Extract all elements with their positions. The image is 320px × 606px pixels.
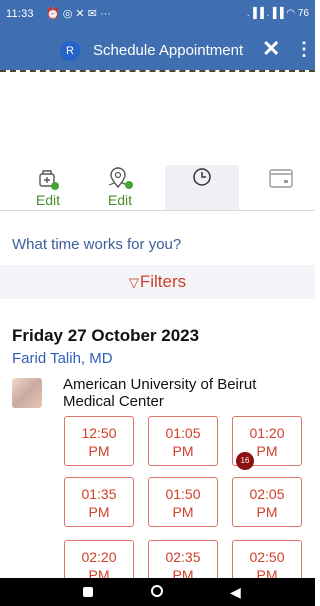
doctor-avatar: [12, 378, 42, 408]
section-question: What time works for you?: [12, 236, 182, 253]
slot-time: 02:50: [249, 549, 285, 565]
appointment-date: Friday 27 October 2023: [12, 326, 200, 345]
more-menu-icon[interactable]: ⋮: [295, 39, 313, 60]
slot-time: 02:20: [81, 549, 117, 565]
slot-time: 12:50: [81, 425, 117, 441]
close-icon[interactable]: ✕: [262, 36, 280, 62]
slot-ampm: PM: [256, 504, 278, 520]
hospital-check-icon: [28, 165, 68, 193]
system-nav-bar: ◀: [0, 578, 315, 606]
page-title: Schedule Appointment: [93, 42, 244, 59]
clock-icon: [165, 165, 239, 193]
tab-time[interactable]: [165, 165, 239, 211]
tab-label: Edit: [35, 192, 61, 208]
filters-label: Filters: [139, 272, 187, 291]
recents-icon[interactable]: [83, 587, 93, 597]
slot-time: 01:05: [165, 425, 201, 441]
tab-label: Edit: [107, 192, 133, 208]
slot-time: 01:50: [165, 486, 201, 502]
tabs-divider: [0, 210, 315, 211]
back-icon[interactable]: ◀: [230, 584, 241, 601]
slot-time: 02:05: [249, 486, 285, 502]
status-time: 11:33: [6, 8, 34, 20]
doctor-name-link[interactable]: Farid Talih, MD: [12, 350, 113, 367]
slot-ampm: PM: [88, 443, 110, 459]
slot-ampm: PM: [172, 443, 194, 459]
tab-location[interactable]: Edit: [98, 165, 142, 211]
time-slot[interactable]: 01:50 PM: [148, 477, 218, 527]
app-bar: R Schedule Appointment ✕ ⋮: [0, 32, 315, 70]
calendar-icon: [248, 165, 314, 193]
tab-calendar[interactable]: [248, 165, 314, 211]
divider: [0, 70, 315, 72]
time-slot[interactable]: 01:05 PM: [148, 416, 218, 466]
system-icons: .▐▐ .▐▐ ◠ 76: [246, 8, 309, 19]
notification-badge[interactable]: 16: [236, 452, 254, 470]
avatar[interactable]: R: [60, 41, 80, 61]
filters-button[interactable]: ▽Filters: [0, 265, 315, 299]
time-slot[interactable]: 02:05 PM: [232, 477, 302, 527]
filter-icon: ▽: [128, 275, 139, 290]
slot-ampm: PM: [88, 504, 110, 520]
slot-time: 01:20: [249, 425, 285, 441]
hospital-name: American University of Beirut Medical Ce…: [63, 376, 256, 410]
slot-time: 02:35: [165, 549, 201, 565]
slot-time: 01:35: [81, 486, 117, 502]
step-tabs: Edit Edit: [0, 165, 315, 211]
home-icon[interactable]: [151, 585, 163, 597]
notification-icons: ⏰ ◎ ✕ ✉ ···: [46, 8, 111, 20]
hospital-line-2: Medical Center: [63, 393, 164, 410]
status-bar: 11:33 ⏰ ◎ ✕ ✉ ··· .▐▐ .▐▐ ◠ 76: [0, 0, 315, 32]
time-slot[interactable]: 12:50 PM: [64, 416, 134, 466]
time-slot[interactable]: 01:35 PM: [64, 477, 134, 527]
slot-ampm: PM: [172, 504, 194, 520]
hospital-line-1: American University of Beirut: [63, 376, 257, 393]
location-check-icon: [98, 165, 142, 193]
tab-hospital[interactable]: Edit: [28, 165, 68, 211]
